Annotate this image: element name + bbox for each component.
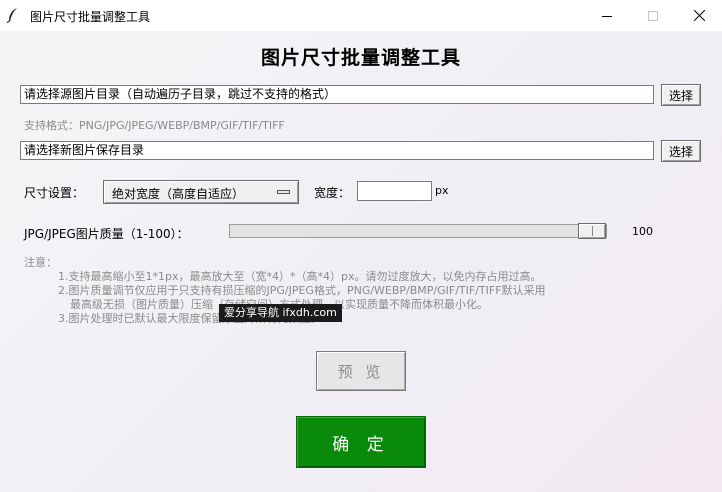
- note-line-1: 1.支持最高缩小至1*1px，最高放大至（宽*4）*（高*4）px。请勿过度放大…: [58, 270, 542, 283]
- main-panel: 图片尺寸批量调整工具 请选择源图片目录（自动遍历子目录，跳过不支持的格式） 选择…: [0, 31, 722, 492]
- maximize-button[interactable]: [630, 0, 676, 31]
- output-directory-field[interactable]: 请选择新图片保存目录: [20, 141, 654, 160]
- page-title: 图片尺寸批量调整工具: [260, 47, 461, 69]
- size-setting-label: 尺寸设置：: [24, 186, 85, 200]
- option-menu-indicator-icon: [277, 190, 290, 194]
- notes-title: 注意：: [24, 256, 57, 269]
- select-source-button[interactable]: 选择: [661, 84, 701, 106]
- size-mode-value: 绝对宽度（高度自适应）: [112, 187, 245, 201]
- width-unit-label: px: [435, 184, 449, 197]
- source-directory-field[interactable]: 请选择源图片目录（自动遍历子目录，跳过不支持的格式）: [20, 85, 654, 104]
- note-line-2: 2.图片质量调节仅应用于只支持有损压缩的JPG/JPEG格式，PNG/WEBP/…: [58, 284, 546, 297]
- width-label: 宽度：: [314, 186, 351, 200]
- watermark-label: 爱分享导航 ifxdh.com: [219, 304, 342, 322]
- quality-value: 100: [632, 225, 653, 238]
- supported-formats-label: 支持格式：PNG/JPG/JPEG/WEBP/BMP/GIF/TIF/TIFF: [24, 119, 285, 132]
- preview-button[interactable]: 预 览: [316, 351, 406, 391]
- minimize-icon: [602, 15, 612, 17]
- confirm-button[interactable]: 确 定: [296, 416, 426, 468]
- quality-label: JPG/JPEG图片质量（1-100）：: [24, 227, 189, 241]
- close-button[interactable]: [676, 0, 722, 31]
- size-mode-select[interactable]: 绝对宽度（高度自适应）: [103, 180, 299, 204]
- select-output-button[interactable]: 选择: [661, 140, 701, 162]
- title-bar: 图片尺寸批量调整工具: [0, 0, 722, 31]
- window-title: 图片尺寸批量调整工具: [30, 10, 151, 24]
- close-icon: [693, 10, 705, 21]
- quality-slider-track[interactable]: [229, 224, 607, 238]
- feather-icon: [6, 8, 17, 23]
- minimize-button[interactable]: [584, 0, 630, 31]
- width-input[interactable]: [357, 181, 432, 201]
- quality-slider-thumb[interactable]: [578, 223, 606, 239]
- maximize-icon: [648, 10, 658, 21]
